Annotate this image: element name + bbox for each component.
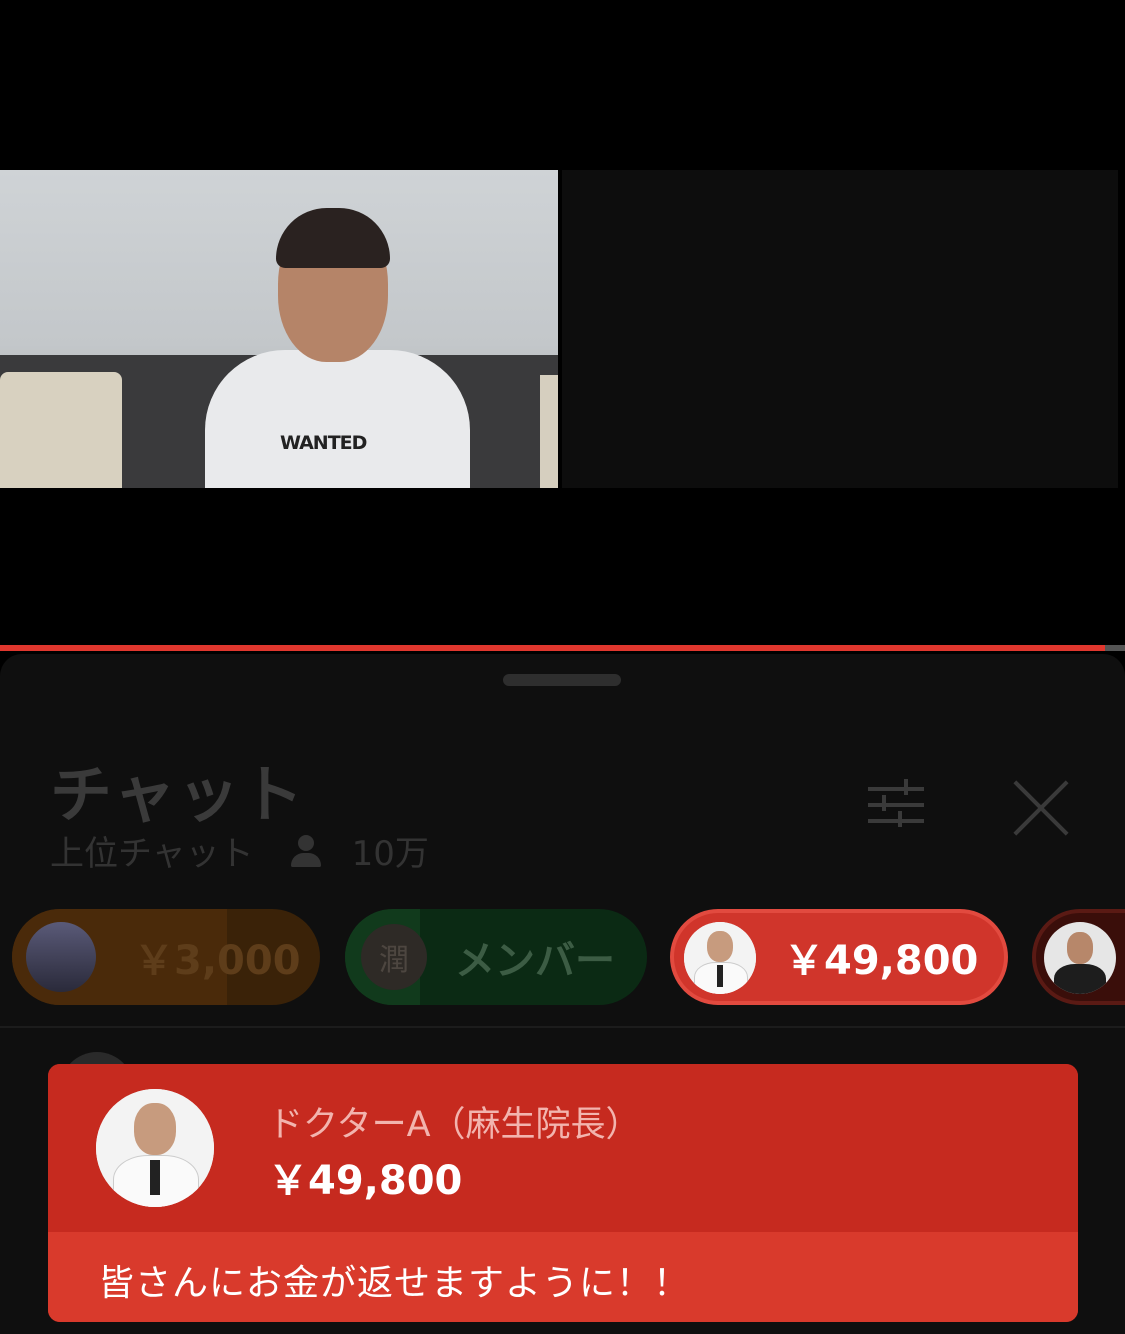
divider [0,1026,1125,1028]
video-player[interactable]: WANTED [0,0,1125,645]
person-body [205,350,470,488]
chat-panel: チャット 上位チャット 10万 ￥3,000 潤 メンバー ￥49,800 ドク… [0,654,1125,1334]
video-progress-fill [0,645,1105,651]
shirt-print: WANTED [280,432,367,454]
ticker-amount: ￥3,000 [134,938,301,984]
person-hair [276,208,390,268]
chat-subtitle: 上位チャット 10万 [50,826,429,875]
avatar [1044,922,1116,994]
ticker-membership: メンバー [455,938,615,984]
superchat-header: ドクターA（麻生院長） ￥49,800 [48,1064,1078,1232]
ticker-chip[interactable]: ￥3,000 [12,909,320,1005]
cushion [0,372,122,488]
superchat-author: ドクターA（麻生院長） [268,1105,641,1145]
ticker-chip[interactable] [1032,909,1125,1005]
avatar [26,922,96,992]
superchat-amount: ￥49,800 [268,1158,463,1204]
drag-handle[interactable] [503,674,621,686]
filter-sliders-icon[interactable] [868,779,924,831]
avatar: 潤 [361,924,427,990]
ticker-amount: ￥49,800 [784,938,979,984]
superchat-card[interactable]: ドクターA（麻生院長） ￥49,800 皆さんにお金が返せますように！！ [48,1064,1078,1322]
viewer-count: 10万 [351,834,429,874]
cushion [540,375,558,488]
superchat-body: 皆さんにお金が返せますように！！ [48,1232,1078,1322]
video-frame-right [562,170,1118,488]
chat-mode-label[interactable]: 上位チャット [50,826,254,875]
chat-title: チャット [50,758,306,831]
ticker-chip[interactable]: 潤 メンバー [345,909,647,1005]
avatar [96,1089,214,1207]
video-progress-bar[interactable] [0,645,1125,651]
superchat-message: 皆さんにお金が返せますように！！ [98,1263,691,1304]
person-icon [288,833,324,869]
superchat-ticker: ￥3,000 潤 メンバー ￥49,800 [0,909,1125,1005]
avatar [684,922,756,994]
ticker-chip[interactable]: ￥49,800 [670,909,1008,1005]
video-frame-left: WANTED [0,170,558,488]
close-icon[interactable] [1012,779,1070,837]
